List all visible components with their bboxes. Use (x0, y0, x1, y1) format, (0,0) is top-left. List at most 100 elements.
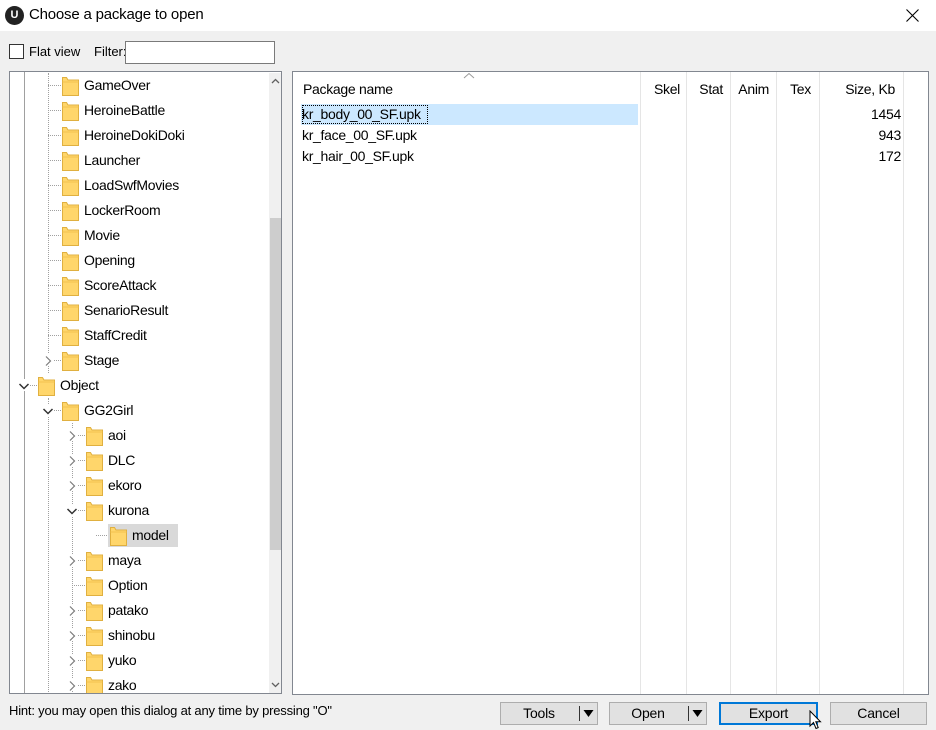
folder-icon (86, 451, 103, 471)
tree-item-label: DLC (108, 452, 136, 468)
chevron-right-icon[interactable] (66, 554, 78, 566)
package-row[interactable]: kr_body_00_SF.upk 1454 (301, 104, 901, 125)
chevron-right-icon[interactable] (42, 354, 54, 366)
tree-item[interactable]: ScoreAttack (10, 273, 265, 298)
tree-item[interactable]: maya (10, 548, 265, 573)
unreal-app-icon: U (5, 6, 24, 25)
tree-item[interactable]: ekoro (10, 473, 265, 498)
tree-item[interactable]: Opening (10, 248, 265, 273)
tree-item[interactable]: LockerRoom (10, 198, 265, 223)
tree-item[interactable]: HeroineDokiDoki (10, 123, 265, 148)
chevron-down-icon[interactable] (42, 404, 54, 416)
chevron-right-icon[interactable] (66, 454, 78, 466)
tree-connector (48, 335, 61, 336)
column-header-skel[interactable]: Skel (641, 72, 686, 106)
tree-item[interactable]: Launcher (10, 148, 265, 173)
chevron-right-icon[interactable] (66, 429, 78, 441)
tree-item[interactable]: yuko (10, 648, 265, 673)
tree-item[interactable]: HeroineBattle (10, 98, 265, 123)
tree-connector (48, 210, 61, 211)
tree-scrollbar[interactable] (269, 73, 281, 693)
tree-item[interactable]: Object (10, 373, 265, 398)
tree-item-label: kurona (108, 502, 150, 518)
tree-item[interactable]: model (10, 523, 265, 548)
column-header-anim[interactable]: Anim (731, 72, 776, 106)
tree-item-label: shinobu (108, 627, 155, 643)
folder-icon (62, 101, 79, 121)
tree-item-label: aoi (108, 427, 126, 443)
split-divider (688, 706, 689, 721)
folder-icon (62, 301, 79, 321)
tree-item[interactable]: aoi (10, 423, 265, 448)
scroll-down-button[interactable] (269, 676, 281, 693)
folder-icon (62, 201, 79, 221)
tree-item[interactable]: GameOver (10, 73, 265, 98)
column-header-package-name[interactable]: Package name (293, 72, 640, 106)
folder-icon (62, 326, 79, 346)
chevron-right-icon[interactable] (66, 629, 78, 641)
folder-icon (86, 676, 103, 693)
folder-icon (86, 601, 103, 621)
package-size: 172 (878, 148, 902, 164)
chevron-right-icon[interactable] (66, 679, 78, 691)
close-button[interactable] (890, 0, 936, 31)
tree-item[interactable]: patako (10, 598, 265, 623)
package-list[interactable]: Package name Skel Stat Anim Tex Size, Kb… (292, 71, 929, 695)
open-split-button[interactable]: Open (609, 702, 707, 725)
tree-item-label: SenarioResult (84, 302, 169, 318)
tree-item-label: GameOver (84, 77, 151, 93)
tree-item-label: Opening (84, 252, 135, 268)
scroll-thumb[interactable] (270, 218, 281, 550)
folder-icon (62, 151, 79, 171)
column-header-stat[interactable]: Stat (687, 72, 730, 106)
folder-icon (86, 651, 103, 671)
column-header-tex[interactable]: Tex (777, 72, 819, 106)
tree-item[interactable]: GG2Girl (10, 398, 265, 423)
tree-item-label: LoadSwfMovies (84, 177, 179, 193)
tree-item[interactable]: Option (10, 573, 265, 598)
flat-view-label: Flat view (29, 44, 81, 59)
column-header-size[interactable]: Size, Kb (820, 72, 903, 106)
tools-split-button[interactable]: Tools (500, 702, 598, 725)
dropdown-arrow-icon[interactable] (583, 709, 594, 718)
chevron-right-icon[interactable] (66, 479, 78, 491)
filter-input[interactable] (125, 41, 275, 64)
chevron-right-icon[interactable] (66, 604, 78, 616)
tree-item-label: StaffCredit (84, 327, 147, 343)
tree-item-label: HeroineBattle (84, 102, 165, 118)
tools-button-label: Tools (523, 705, 555, 721)
tree-item[interactable]: Stage (10, 348, 265, 373)
package-tree[interactable]: GameOver HeroineBattle HeroineDokiDoki Laun… (9, 71, 282, 694)
tree-item[interactable]: zako (10, 673, 265, 693)
chevron-down-icon[interactable] (66, 504, 78, 516)
folder-icon (86, 426, 103, 446)
chevron-right-icon[interactable] (66, 654, 78, 666)
tree-item[interactable]: LoadSwfMovies (10, 173, 265, 198)
tree-item-label: HeroineDokiDoki (84, 127, 185, 143)
chevron-down-icon[interactable] (18, 379, 30, 391)
package-size: 943 (878, 127, 902, 143)
folder-icon (62, 76, 79, 96)
cancel-button[interactable]: Cancel (830, 702, 927, 725)
tree-item[interactable]: DLC (10, 448, 265, 473)
tree-connector (48, 310, 61, 311)
tree-item[interactable]: kurona (10, 498, 265, 523)
tree-item[interactable]: Movie (10, 223, 265, 248)
column-separator (903, 72, 904, 694)
scroll-up-button[interactable] (269, 73, 281, 90)
folder-icon (86, 476, 103, 496)
dropdown-arrow-icon[interactable] (692, 709, 703, 718)
tree-item-label: Movie (84, 227, 120, 243)
tree-item[interactable]: shinobu (10, 623, 265, 648)
tree-connector (48, 85, 61, 86)
folder-icon (86, 626, 103, 646)
tree-connector (48, 285, 61, 286)
flat-view-checkbox[interactable] (9, 44, 24, 59)
export-button[interactable]: Export (719, 702, 818, 725)
tree-item[interactable]: SenarioResult (10, 298, 265, 323)
open-button-label: Open (631, 705, 665, 721)
package-row[interactable]: kr_face_00_SF.upk 943 (301, 125, 901, 146)
package-row[interactable]: kr_hair_00_SF.upk 172 (301, 146, 901, 167)
close-icon (906, 9, 919, 22)
tree-item[interactable]: StaffCredit (10, 323, 265, 348)
